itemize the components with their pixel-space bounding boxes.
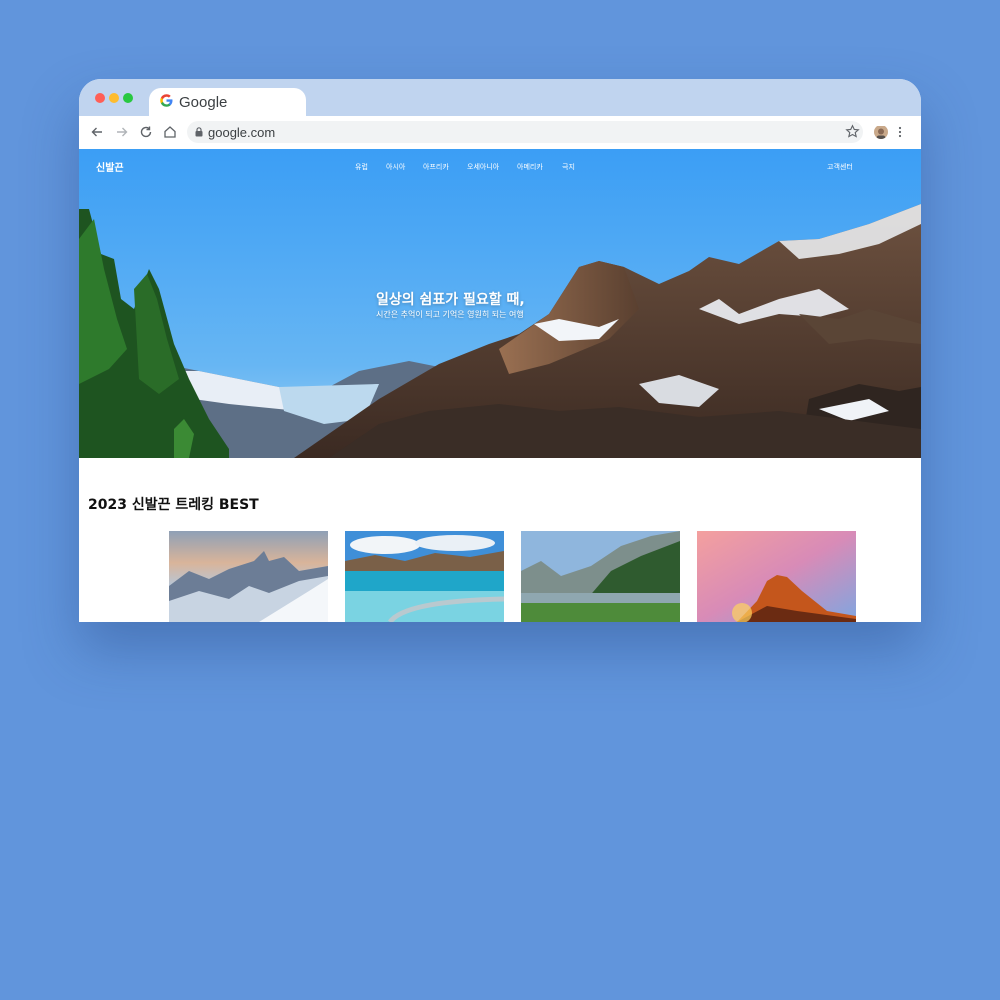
reload-icon[interactable] [138,124,154,140]
nav-item-africa[interactable]: 아프리카 [423,162,449,172]
trekking-card-valley-forest[interactable] [521,531,680,622]
google-icon [160,94,173,107]
mountain-lake-image [345,531,504,622]
hero-banner: 신발끈 유럽 아시아 아프리카 오세아니아 아메리카 극지 고객센터 일상의 쉼… [79,149,921,458]
close-window-button[interactable] [95,93,105,103]
minimize-window-button[interactable] [109,93,119,103]
hero-title: 일상의 쉼표가 필요할 때, [376,292,525,308]
nav-item-oceania[interactable]: 오세아니아 [467,162,499,172]
nav-item-support[interactable]: 고객센터 [827,162,853,172]
browser-toolbar: google.com [79,116,921,149]
browser-tab[interactable]: Google [149,88,306,118]
nav-item-america[interactable]: 아메리카 [517,162,543,172]
address-bar[interactable]: google.com [187,121,863,143]
browser-window: Google google.com 신발끈 유럽 아시아 아프리카 오세아니아 … [79,79,921,622]
valley-forest-image [521,531,680,622]
trekking-card-mountain-lake[interactable] [345,531,504,622]
snowy-peaks-image [169,531,328,622]
lock-icon [195,127,203,137]
hero-subtitle: 시간은 추억이 되고 기억은 영원히 되는 여행 [376,310,524,319]
nav-item-europe[interactable]: 유럽 [355,162,368,172]
back-arrow-icon[interactable] [89,124,105,140]
section-title: 2023 신발끈 트레킹 BEST [88,497,259,513]
nav-item-asia[interactable]: 아시아 [386,162,405,172]
more-vertical-icon[interactable] [897,125,903,139]
tab-title: Google [179,94,228,111]
profile-avatar[interactable] [874,125,888,139]
url-text: google.com [208,125,276,140]
browser-titlebar: Google [79,79,921,118]
trekking-card-sunset-peak[interactable] [697,531,856,622]
site-logo[interactable]: 신발끈 [96,159,124,174]
sunset-peak-image [697,531,856,622]
nav-item-polar[interactable]: 극지 [562,162,575,172]
maximize-window-button[interactable] [123,93,133,103]
forward-arrow-icon[interactable] [114,124,130,140]
bookmark-star-icon[interactable] [845,124,860,139]
trekking-card-snowy-peaks[interactable] [169,531,328,622]
home-icon[interactable] [162,124,178,140]
